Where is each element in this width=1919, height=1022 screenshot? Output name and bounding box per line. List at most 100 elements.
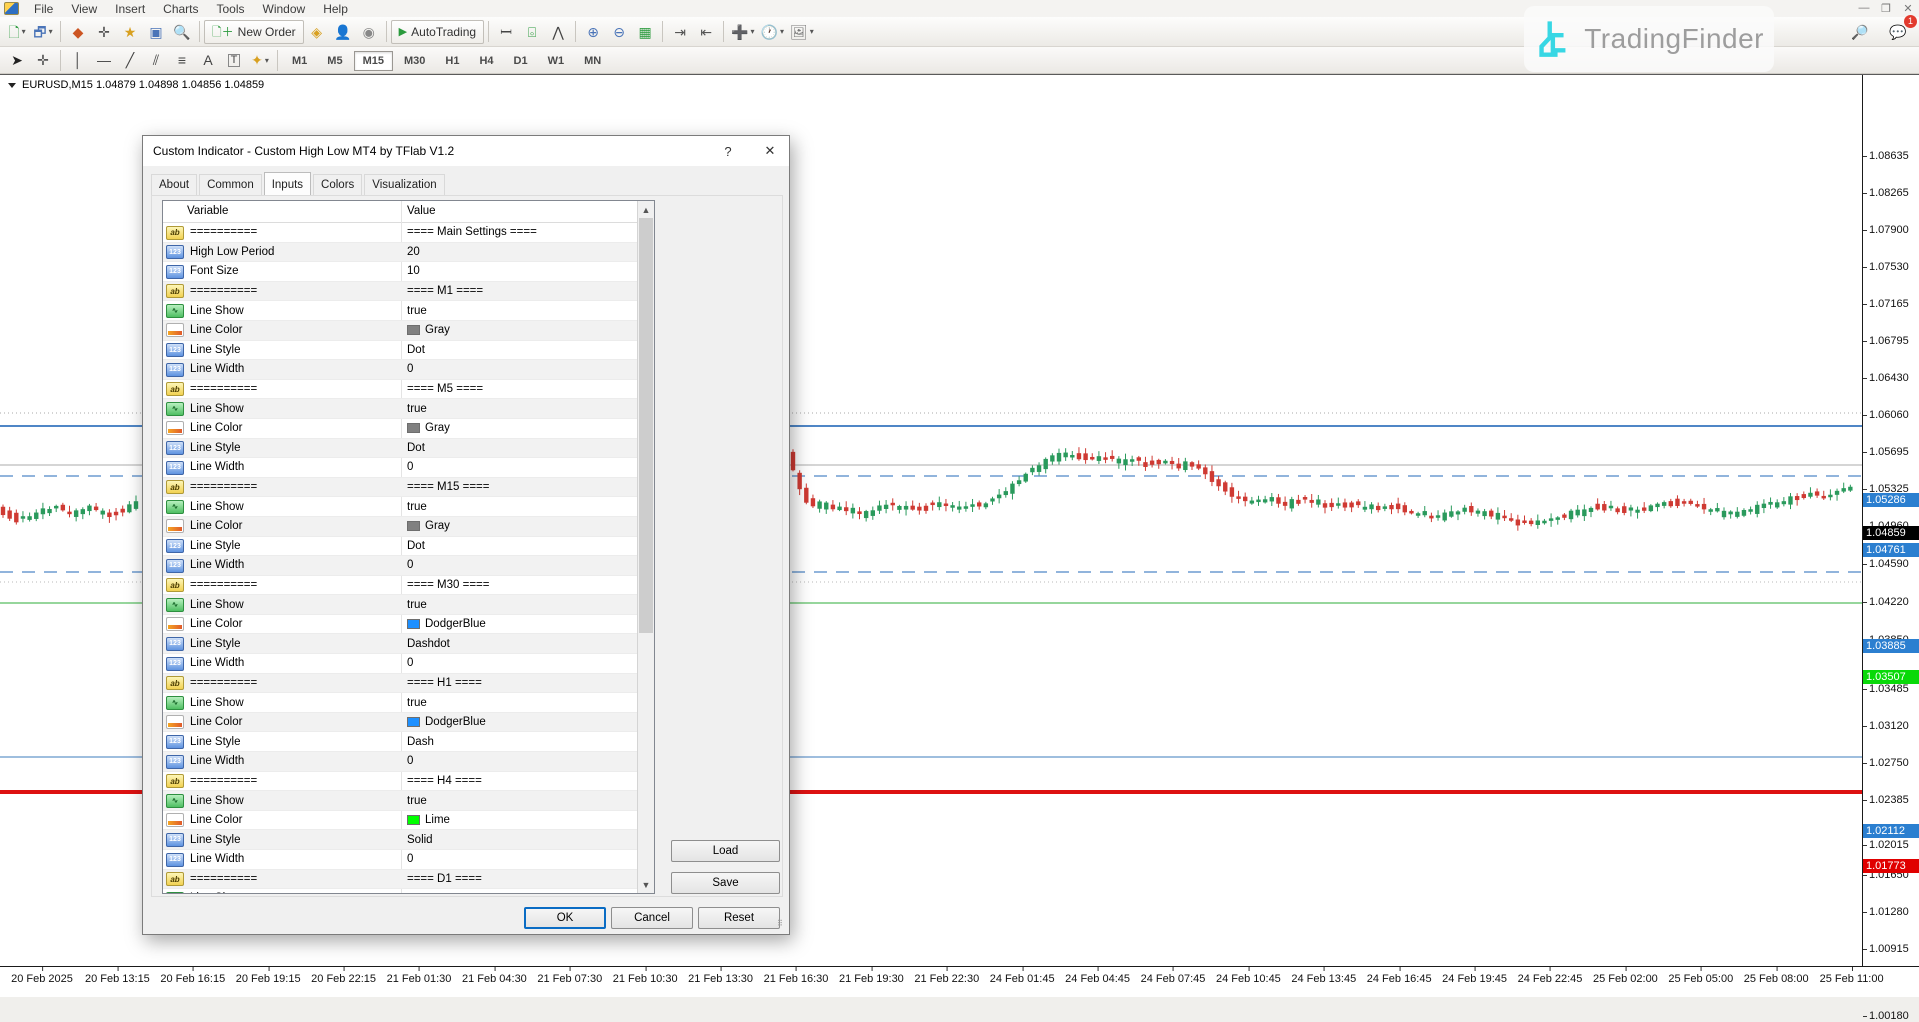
fibonacci-button[interactable]: ≡ <box>170 48 194 72</box>
bar-chart-button[interactable]: 𝄩 <box>494 20 518 44</box>
table-row[interactable]: 123Line StyleDot <box>163 341 639 361</box>
table-row[interactable]: 123Line Width0 <box>163 752 639 772</box>
variable-value[interactable]: true <box>407 501 427 513</box>
table-row[interactable]: 123Line StyleDot <box>163 537 639 557</box>
variable-value[interactable]: true <box>407 305 427 317</box>
autotrading-button[interactable]: ▶ AutoTrading <box>391 20 484 44</box>
menu-view[interactable]: View <box>62 1 106 17</box>
variable-value[interactable]: Gray <box>407 422 450 434</box>
variable-value[interactable]: ==== Main Settings ==== <box>407 226 537 238</box>
channel-button[interactable]: ⫽ <box>144 48 168 72</box>
timeframe-m5[interactable]: M5 <box>318 51 351 71</box>
new-chart-button[interactable]: 🗋▾ <box>5 20 29 44</box>
candlestick-chart-button[interactable]: ⌻ <box>520 20 544 44</box>
timeframe-m15[interactable]: M15 <box>354 51 393 71</box>
load-button[interactable]: Load <box>671 840 780 862</box>
terminal-icon[interactable]: ▣ <box>144 20 168 44</box>
variable-value[interactable]: 0 <box>407 657 413 669</box>
news-icon[interactable]: ◉ <box>357 20 381 44</box>
table-row[interactable]: 123Line Width0 <box>163 360 639 380</box>
variable-value[interactable]: true <box>407 403 427 415</box>
shapes-button[interactable]: ✦▾ <box>248 48 272 72</box>
table-row[interactable]: Line ColorGray <box>163 517 639 537</box>
variable-value[interactable]: ==== H1 ==== <box>407 677 482 689</box>
table-row[interactable]: ab============== D1 ==== <box>163 870 639 890</box>
variable-value[interactable]: ==== D1 ==== <box>407 873 482 885</box>
chart-shift-button[interactable]: ⇤ <box>694 20 718 44</box>
search-icon[interactable]: 🔎 <box>1848 20 1872 44</box>
table-row[interactable]: Line ColorGray <box>163 321 639 341</box>
tab-visualization[interactable]: Visualization <box>364 174 444 197</box>
table-row[interactable]: ∿Line Showtrue <box>163 889 639 894</box>
text-button[interactable]: A <box>196 48 220 72</box>
variable-value[interactable]: Dash <box>407 736 434 748</box>
menu-charts[interactable]: Charts <box>154 1 207 17</box>
horizontal-line-button[interactable]: — <box>92 48 116 72</box>
menu-tools[interactable]: Tools <box>208 1 254 17</box>
vertical-line-button[interactable]: │ <box>66 48 90 72</box>
table-row[interactable]: ∿Line Showtrue <box>163 301 639 321</box>
variable-value[interactable]: 0 <box>407 755 413 767</box>
variable-value[interactable]: Solid <box>407 834 433 846</box>
table-row[interactable]: 123Line StyleDash <box>163 732 639 752</box>
text-label-button[interactable]: T <box>222 48 246 72</box>
table-row[interactable]: ∿Line Showtrue <box>163 693 639 713</box>
strategy-tester-icon[interactable]: 🔍 <box>170 20 194 44</box>
tile-windows-button[interactable]: ▦ <box>633 20 657 44</box>
zoom-out-button[interactable]: ⊖ <box>607 20 631 44</box>
menu-insert[interactable]: Insert <box>106 1 154 17</box>
cancel-button[interactable]: Cancel <box>611 907 693 929</box>
variable-value[interactable]: Gray <box>407 520 450 532</box>
table-row[interactable]: ab============== M5 ==== <box>163 380 639 400</box>
table-scrollbar[interactable]: ▲ ▼ <box>637 201 654 893</box>
resize-grip[interactable]: ⠿ <box>777 922 786 931</box>
variable-value[interactable]: Dot <box>407 344 425 356</box>
new-order-button[interactable]: 🗋＋ New Order <box>204 20 304 44</box>
variable-value[interactable]: true <box>407 697 427 709</box>
profiles-button[interactable]: 🗗▾ <box>31 20 55 44</box>
table-row[interactable]: 123Font Size10 <box>163 262 639 282</box>
variable-value[interactable]: Lime <box>407 814 450 826</box>
table-row[interactable]: 123Line StyleDashdot <box>163 634 639 654</box>
menu-window[interactable]: Window <box>254 1 315 17</box>
scrollbar-down-icon[interactable]: ▼ <box>638 876 654 893</box>
crosshair-button[interactable]: ✛ <box>31 48 55 72</box>
variable-value[interactable]: DodgerBlue <box>407 716 486 728</box>
table-row[interactable]: ab============== M15 ==== <box>163 478 639 498</box>
table-row[interactable]: ∿Line Showtrue <box>163 497 639 517</box>
table-row[interactable]: ab============== M30 ==== <box>163 576 639 596</box>
table-row[interactable]: Line ColorDodgerBlue <box>163 713 639 733</box>
variable-value[interactable]: ==== M1 ==== <box>407 285 483 297</box>
table-row[interactable]: ab============== H1 ==== <box>163 674 639 694</box>
variable-value[interactable]: DodgerBlue <box>407 618 486 630</box>
time-axis[interactable]: 20 Feb 202520 Feb 13:1520 Feb 16:1520 Fe… <box>0 966 1919 997</box>
price-axis[interactable]: 1.086351.082651.079001.075301.071651.067… <box>1862 75 1919 966</box>
table-row[interactable]: ab============== M1 ==== <box>163 282 639 302</box>
timeframe-m30[interactable]: M30 <box>395 51 434 71</box>
navigator-icon[interactable]: ★ <box>118 20 142 44</box>
reset-button[interactable]: Reset <box>698 907 780 929</box>
variable-value[interactable]: 0 <box>407 853 413 865</box>
table-row[interactable]: 123Line Width0 <box>163 654 639 674</box>
metaeditor-icon[interactable]: ◈ <box>305 20 329 44</box>
dialog-close-button[interactable]: ✕ <box>751 136 789 166</box>
dialog-help-button[interactable]: ? <box>709 136 747 166</box>
scrollbar-up-icon[interactable]: ▲ <box>638 201 654 218</box>
menu-file[interactable]: File <box>25 1 62 17</box>
variable-value[interactable]: ==== M15 ==== <box>407 481 490 493</box>
tab-common[interactable]: Common <box>199 174 262 197</box>
timeframe-d1[interactable]: D1 <box>505 51 537 71</box>
variable-value[interactable]: Dot <box>407 442 425 454</box>
market-watch-icon[interactable]: ◆ <box>66 20 90 44</box>
timeframe-m1[interactable]: M1 <box>283 51 316 71</box>
variable-value[interactable]: 0 <box>407 461 413 473</box>
table-row[interactable]: ∿Line Showtrue <box>163 595 639 615</box>
table-row[interactable]: Line ColorLime <box>163 811 639 831</box>
variable-value[interactable]: ==== M5 ==== <box>407 383 483 395</box>
table-row[interactable]: ∿Line Showtrue <box>163 791 639 811</box>
chat-icon[interactable]: 💬 1 <box>1886 20 1910 44</box>
zoom-in-button[interactable]: ⊕ <box>581 20 605 44</box>
variable-value[interactable]: 20 <box>407 246 420 258</box>
variable-value[interactable]: true <box>407 892 427 894</box>
variable-value[interactable]: true <box>407 795 427 807</box>
